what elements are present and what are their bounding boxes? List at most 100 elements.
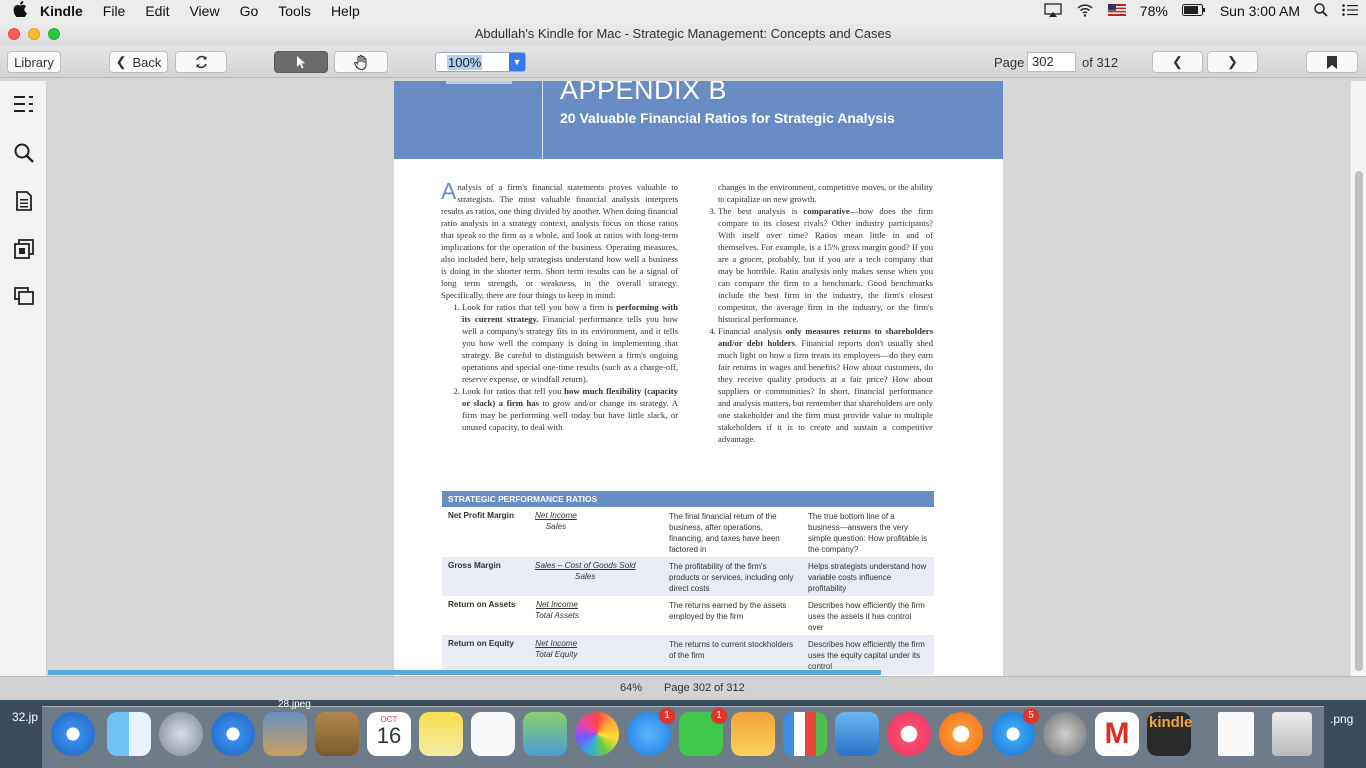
ratio-formula: Sales – Cost of Goods Sold Sales [535,561,636,581]
preview-icon[interactable] [263,712,307,756]
reading-area[interactable]: APPENDIX B 20 Valuable Financial Ratios … [48,81,1350,676]
contacts-icon[interactable] [315,712,359,756]
select-tool-button[interactable] [274,51,328,73]
notes-icon[interactable] [14,191,34,211]
safari-icon[interactable] [51,712,95,756]
messages-icon[interactable]: 1 [627,708,675,756]
calendar-icon[interactable]: OCT 16 [367,712,411,756]
flashcards-icon[interactable] [14,239,34,259]
intro-text: nalysis of a firm's financial statements… [441,182,678,300]
page-total: of 312 [1082,55,1119,70]
item4-text-a: Financial analysis [718,326,786,336]
ratio-formula: Net Income Total Equity [535,639,577,659]
menu-tools[interactable]: Tools [278,3,311,19]
numbers-icon[interactable] [783,712,827,756]
page-indicator: Page 302 of 312 [664,682,745,694]
library-button[interactable]: Library [7,51,61,73]
ratio-significance: Helps strategists understand how variabl… [808,562,927,593]
clock[interactable]: Sun 3:00 AM [1220,3,1300,19]
desktop-file-label-right[interactable]: .png [1330,712,1353,726]
battery-percent: 78% [1139,3,1168,19]
pages-view-icon[interactable] [14,287,34,307]
finder-icon[interactable] [107,712,151,756]
drop-cap: A [441,178,457,204]
ratio-description: The returns to current stockholders of t… [669,640,794,660]
back-button[interactable]: ❮ Back [109,51,168,73]
maps-icon[interactable] [523,712,567,756]
ratios-table: STRATEGIC PERFORMANCE RATIOS Net Profit … [442,491,934,675]
menu-view[interactable]: View [189,3,219,19]
app-store-badge: 5 [1023,708,1039,724]
reading-progress-bar[interactable] [48,670,881,675]
notification-center-icon[interactable] [1342,3,1358,19]
pages-icon[interactable] [731,712,775,756]
menu-bar: Kindle File Edit View Go Tools Help 78% … [0,0,1366,22]
ratio-name: Net Profit Margin [448,511,514,520]
chevron-down-icon[interactable]: ▼ [509,53,525,71]
table-of-contents-icon[interactable] [14,95,34,115]
formula-numerator: Sales – Cost of Goods Sold [535,561,636,570]
app-store-icon[interactable]: 5 [991,708,1039,756]
gmail-icon[interactable]: M [1095,712,1139,756]
desktop-file-label-top[interactable]: 28.jpeg [278,699,311,710]
flag-icon[interactable] [1107,3,1126,19]
menu-app-name[interactable]: Kindle [40,3,83,19]
books-icon[interactable] [939,712,983,756]
document-icon[interactable] [1218,712,1254,756]
photos-icon[interactable] [575,712,619,756]
menu-file[interactable]: File [103,3,126,19]
page-number-input[interactable]: 302 [1027,52,1076,72]
ratio-description: The final financial return of the busine… [669,512,780,554]
ratio-significance: The true bottom line of a business—answe… [808,512,928,554]
trash-icon[interactable] [1272,712,1312,756]
desktop-file-label[interactable]: 32.jp [12,710,38,724]
search-icon[interactable] [14,143,34,163]
minimize-window-button[interactable] [28,28,40,40]
zoom-select[interactable]: 100% ▼ [435,52,526,72]
title-bar: Abdullah's Kindle for Mac - Strategic Ma… [0,22,1366,46]
ratio-formula: Net Income Total Assets [535,600,579,620]
ratio-formula: Net Income Sales [535,511,577,531]
scrollbar-thumb[interactable] [1355,171,1363,671]
battery-icon[interactable] [1181,3,1206,19]
reminders-icon[interactable] [471,712,515,756]
list-item: The best analysis is comparative—how doe… [718,205,933,325]
system-preferences-icon[interactable] [1043,712,1087,756]
ratio-name: Gross Margin [448,561,501,570]
kindle-app-icon[interactable]: kindle [1147,712,1192,756]
previous-page-button[interactable]: ❮ [1152,51,1203,73]
window-title: Abdullah's Kindle for Mac - Strategic Ma… [474,26,892,41]
sync-button[interactable] [175,51,227,73]
launchpad-icon[interactable] [159,712,203,756]
next-page-button[interactable]: ❯ [1207,51,1258,73]
kindle-window: Abdullah's Kindle for Mac - Strategic Ma… [0,22,1366,676]
airplay-icon[interactable] [1044,2,1062,20]
spotlight-search-icon[interactable] [1314,2,1328,20]
music-icon[interactable] [887,712,931,756]
keynote-icon[interactable] [835,712,879,756]
left-sidebar [0,81,47,676]
bookmark-button[interactable] [1306,51,1358,73]
facetime-icon[interactable]: 1 [679,708,727,756]
back-label: Back [132,54,162,70]
safari-icon-2[interactable] [211,712,255,756]
menu-help[interactable]: Help [331,3,360,19]
notes-app-icon[interactable] [419,712,463,756]
hand-tool-button[interactable] [334,51,388,73]
close-window-button[interactable] [8,28,20,40]
banner-divider [542,81,543,159]
progress-percent: 64% [620,682,643,694]
status-bar: 64% Page 302 of 312 [0,676,1366,700]
list-item: Financial analysis only measures returns… [718,325,933,445]
list-item: Look for ratios that tell you how a firm… [462,301,678,385]
apple-menu-icon[interactable] [0,1,40,21]
continued-text: changes in the environment, competitive … [718,182,933,204]
wifi-icon[interactable] [1076,3,1094,20]
list-item: Look for ratios that tell you how much f… [462,385,678,433]
vertical-scrollbar[interactable] [1350,81,1366,676]
menu-edit[interactable]: Edit [145,3,169,19]
chevron-left-icon: ❮ [115,54,127,69]
menu-go[interactable]: Go [240,3,259,19]
zoom-window-button[interactable] [48,28,60,40]
toolbar: Library ❮ Back 100% ▼ Page 302 of 312 ❮ … [0,46,1366,78]
